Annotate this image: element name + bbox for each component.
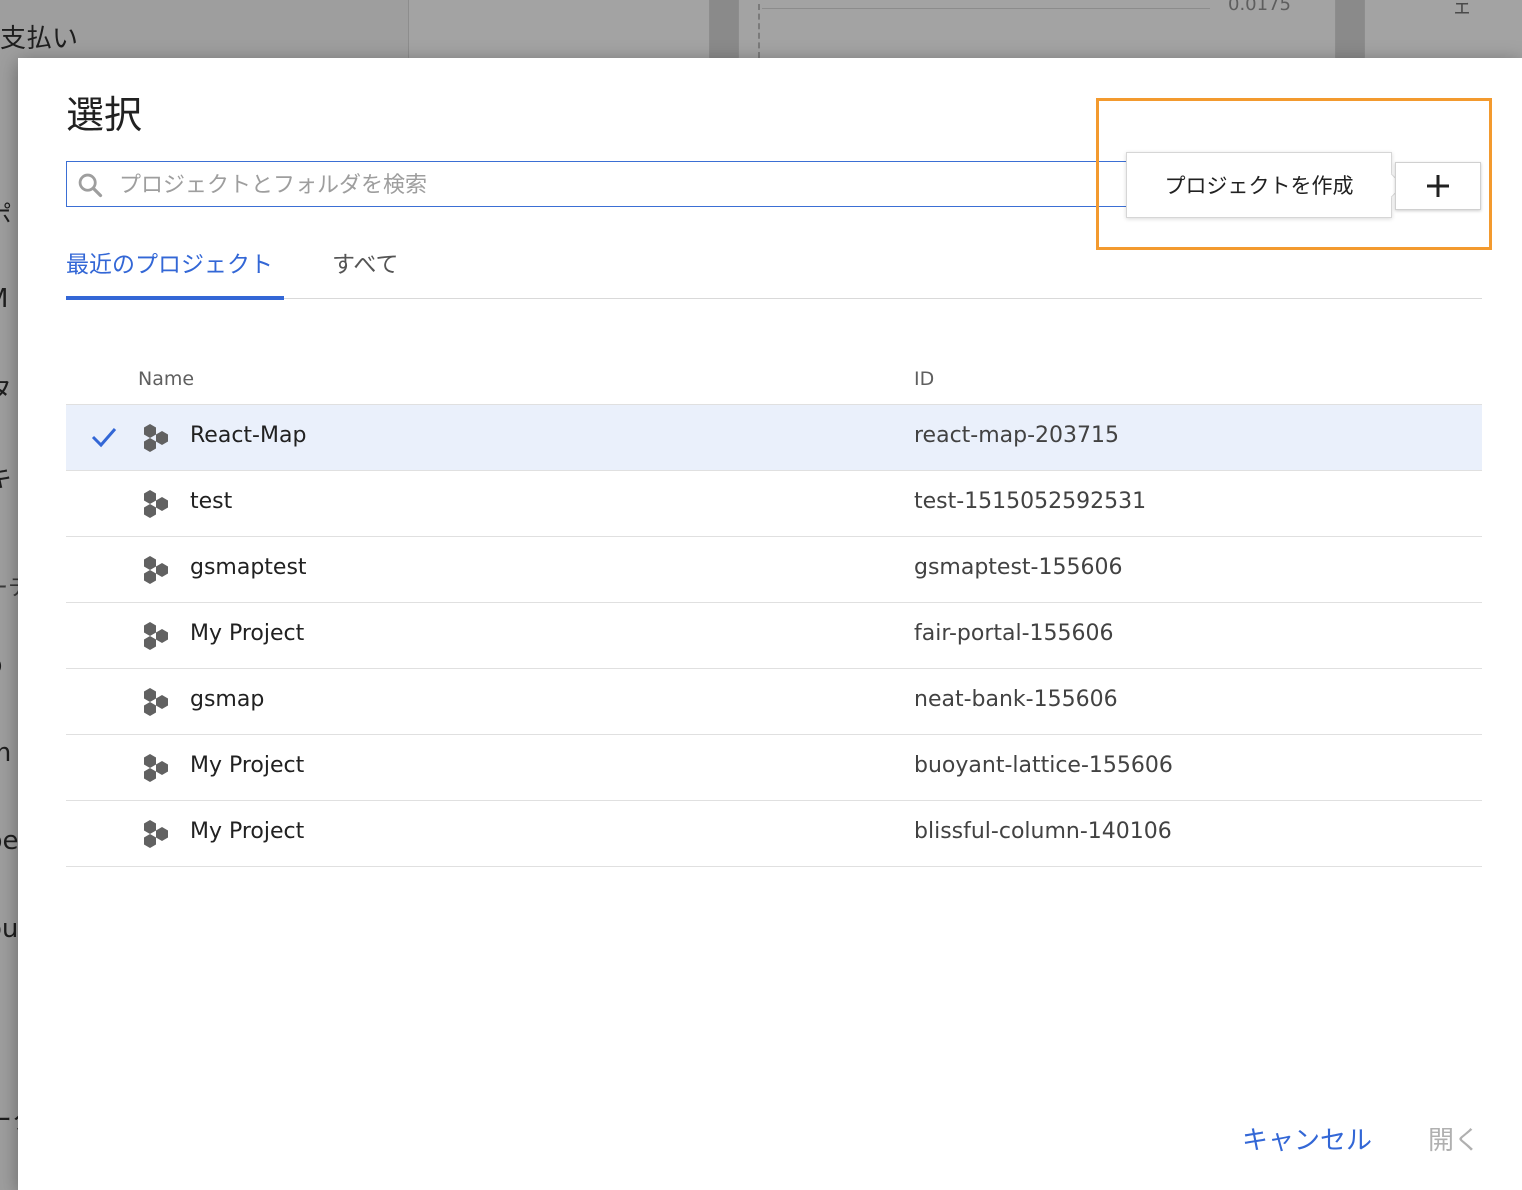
bg-chart-gridline [762, 8, 1210, 9]
cancel-button[interactable]: キャンセル [1242, 1120, 1372, 1157]
project-icon [144, 556, 168, 584]
bg-sidebar-item: be [0, 826, 19, 856]
column-header-id: ID [914, 368, 935, 390]
project-name: My Project [190, 753, 305, 778]
project-icon [144, 424, 168, 452]
bg-sidebar-item: m [0, 738, 11, 768]
table-row[interactable]: My Project blissful-column-140106 [66, 801, 1482, 867]
bg-card [408, 0, 710, 58]
column-header-name: Name [138, 368, 195, 390]
bg-sidebar-item: タ [0, 370, 12, 407]
table-row[interactable]: My Project fair-portal-155606 [66, 603, 1482, 669]
project-id: neat-bank-155606 [914, 687, 1118, 712]
search-box[interactable] [66, 161, 1126, 208]
project-icon [144, 490, 168, 518]
create-project-tooltip: プロジェクトを作成 [1126, 152, 1392, 218]
bg-sidebar-item: キ [0, 458, 12, 495]
tab-bar: 最近のプロジェクト すべて [66, 242, 1482, 300]
project-id: react-map-203715 [914, 423, 1120, 448]
project-id: test-1515052592531 [914, 489, 1147, 514]
project-icon [144, 622, 168, 650]
project-name: gsmap [190, 687, 265, 712]
project-icon [144, 754, 168, 782]
tab-all[interactable]: すべて [332, 250, 398, 296]
bg-sidebar-item: ポ [0, 196, 12, 233]
project-name: gsmaptest [190, 555, 307, 580]
table-row[interactable]: test test-1515052592531 [66, 471, 1482, 537]
bg-sidebar-item: p [0, 650, 3, 680]
table-row[interactable]: React-Map react-map-203715 [66, 405, 1482, 471]
dialog-title: 選択 [66, 93, 143, 137]
create-project-button[interactable] [1395, 162, 1481, 210]
project-name: My Project [190, 621, 305, 646]
search-input[interactable] [117, 162, 1111, 208]
bg-card [1364, 0, 1522, 58]
table-row[interactable]: gsmap neat-bank-155606 [66, 669, 1482, 735]
tab-recent-projects[interactable]: 最近のプロジェクト [66, 250, 284, 300]
table-header: Name ID [66, 358, 1482, 405]
project-id: buoyant-lattice-155606 [914, 753, 1173, 778]
project-icon [144, 688, 168, 716]
project-icon [144, 820, 168, 848]
project-select-dialog: 選択 プロジェクトを作成 最近のプロジェクト すべて Name ID React… [18, 58, 1522, 1190]
plus-icon [1427, 175, 1449, 197]
project-name: React-Map [190, 423, 307, 448]
search-icon [78, 173, 103, 198]
project-table: Name ID React-Map react-map-203715 test tes… [66, 358, 1482, 867]
bg-sidebar-item: ou [0, 914, 19, 944]
project-name: My Project [190, 819, 305, 844]
bg-sidebar-item: 支払い [0, 24, 79, 54]
project-id: blissful-column-140106 [914, 819, 1172, 844]
check-icon [91, 428, 117, 448]
project-name: test [190, 489, 233, 514]
project-id: gsmaptest-155606 [914, 555, 1123, 580]
table-row[interactable]: gsmaptest gsmaptest-155606 [66, 537, 1482, 603]
open-button[interactable]: 開く [1428, 1120, 1480, 1157]
project-id: fair-portal-155606 [914, 621, 1114, 646]
bg-header-text: ェ [1452, 0, 1472, 18]
bg-chart-tick-label: 0.0175 [1228, 0, 1291, 15]
bg-chart-axis [758, 4, 762, 58]
table-row[interactable]: My Project buoyant-lattice-155606 [66, 735, 1482, 801]
bg-sidebar-item: M [0, 284, 8, 314]
